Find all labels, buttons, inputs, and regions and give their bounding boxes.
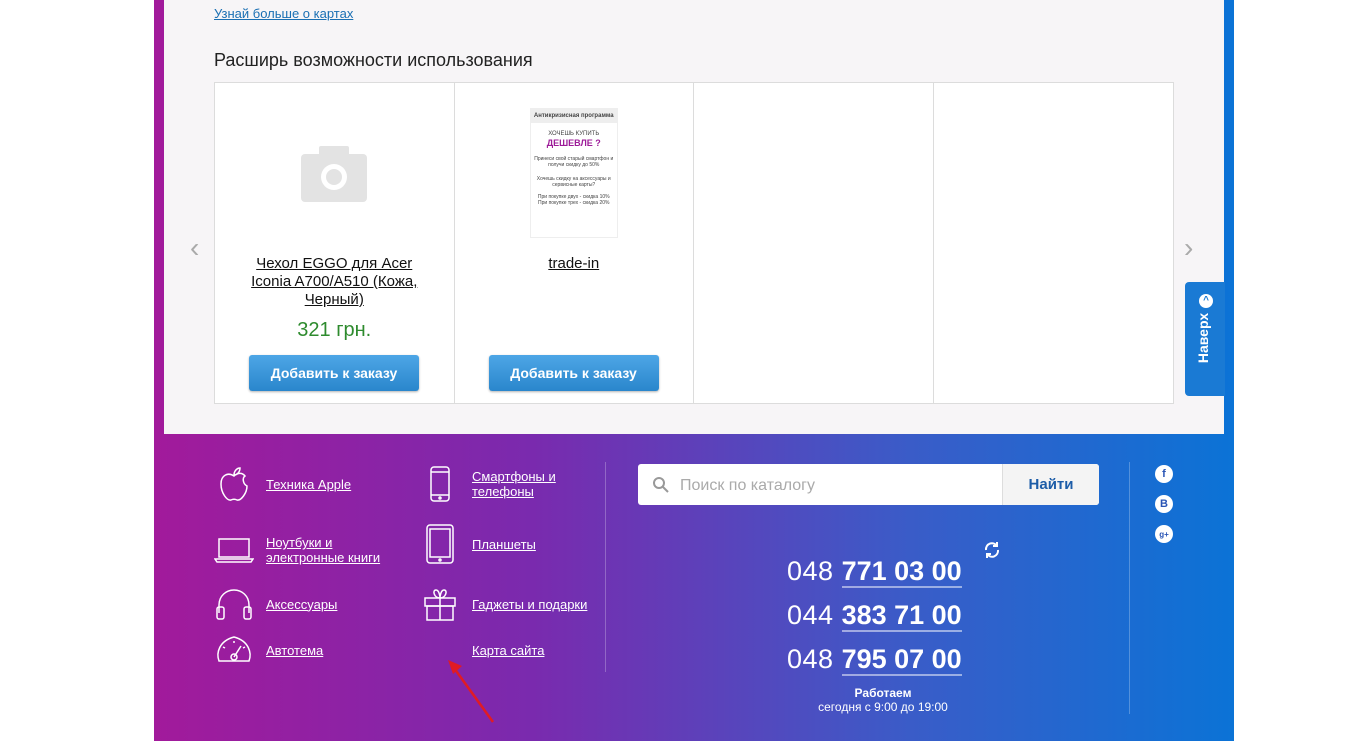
refresh-icon[interactable] <box>983 541 1001 565</box>
phone-digits[interactable]: 383 71 00 <box>841 600 962 632</box>
product-name-link[interactable]: trade-in <box>475 255 674 273</box>
footer-nav-laptops[interactable]: Ноутбуки и электронные книги <box>214 530 386 570</box>
footer-nav-label: Смартфоны и телефоны <box>472 469 556 499</box>
phone-digits[interactable]: 771 03 00 <box>841 556 962 588</box>
carousel-next-button[interactable]: › <box>1184 234 1193 262</box>
vk-icon[interactable]: B <box>1155 495 1173 513</box>
learn-more-cards-link[interactable]: Узнай больше о картах <box>214 6 353 21</box>
google-plus-icon[interactable]: g+ <box>1155 525 1173 543</box>
search-input[interactable] <box>678 464 1004 505</box>
hours-title: Работаем <box>854 686 912 700</box>
footer-nav-accessories[interactable]: Аксессуары <box>214 584 337 624</box>
chevron-up-icon: ^ <box>1199 294 1213 308</box>
empty-card <box>694 83 934 403</box>
add-to-order-button[interactable]: Добавить к заказу <box>249 355 419 391</box>
facebook-icon[interactable]: f <box>1155 465 1173 483</box>
phone-code: 044 <box>787 600 834 630</box>
carousel-prev-button[interactable]: ‹ <box>190 234 199 262</box>
promo-line: Принеси свой старый смартфон и получи ск… <box>534 156 614 168</box>
gift-icon <box>420 584 460 624</box>
add-to-order-button[interactable]: Добавить к заказу <box>488 355 659 391</box>
footer-nav-apple[interactable]: Техника Apple <box>214 464 351 504</box>
empty-card <box>934 83 1174 403</box>
footer-nav-label: Автотема <box>266 642 324 658</box>
product-price: 321 грн. <box>297 319 372 341</box>
section-title: Расширь возможности использования <box>214 50 533 70</box>
footer-nav-smartphones[interactable]: Смартфоны и телефоны <box>420 464 562 504</box>
back-to-top-button[interactable]: ^ Наверх <box>1185 282 1225 396</box>
search-icon <box>652 476 670 499</box>
camera-placeholder-icon[interactable] <box>215 103 454 243</box>
footer-divider <box>605 462 606 672</box>
speedometer-icon <box>214 630 254 670</box>
working-hours: Работаем сегодня с 9:00 до 19:00 <box>800 686 966 714</box>
footer-nav-label: Аксессуары <box>266 596 338 612</box>
back-to-top-label: Наверх <box>1195 312 1211 364</box>
annotation-arrow <box>448 660 495 723</box>
product-card: Антикризисная программа ХОЧЕШЬ КУПИТЬ ДЕ… <box>455 83 694 403</box>
footer-nav-gadgets[interactable]: Гаджеты и подарки <box>420 584 587 624</box>
promo-line: При покупке трех - скидка 20% <box>538 200 610 206</box>
hours-text: сегодня с 9:00 до 19:00 <box>818 700 948 714</box>
phone-number: 048 771 03 00 <box>787 556 962 588</box>
phone-code: 048 <box>787 556 834 586</box>
footer-nav-label: Техника Apple <box>266 476 352 492</box>
product-card: Чехол EGGO для Acer Iconia A700/A510 (Ко… <box>215 83 455 403</box>
footer-nav-auto[interactable]: Автотема <box>214 630 323 670</box>
search-button[interactable]: Найти <box>1002 464 1099 505</box>
headphones-icon <box>214 584 254 624</box>
footer-nav-label: Гаджеты и подарки <box>472 596 588 612</box>
smartphone-icon <box>420 464 460 504</box>
footer-divider <box>1129 462 1130 714</box>
footer-nav-label: Ноутбуки и электронные книги <box>266 535 381 565</box>
promo-line: ДЕШЕВЛЕ ? <box>546 138 601 148</box>
product-name-link[interactable]: Чехол EGGO для Acer Iconia A700/A510 (Ко… <box>235 255 434 309</box>
promo-line: ХОЧЕШЬ КУПИТЬ <box>548 131 600 137</box>
catalog-search: Найти <box>638 464 1099 505</box>
apple-icon <box>214 464 254 504</box>
phone-number: 048 795 07 00 <box>787 644 962 676</box>
promo-line: Хочешь скидку на аксессуары и сервисные … <box>536 176 611 188</box>
laptop-icon <box>214 530 254 570</box>
phone-number: 044 383 71 00 <box>787 600 962 632</box>
trade-in-promo-image[interactable]: Антикризисная программа ХОЧЕШЬ КУПИТЬ ДЕ… <box>455 103 694 243</box>
phone-digits[interactable]: 795 07 00 <box>841 644 962 676</box>
promo-header: Антикризисная программа <box>530 109 617 123</box>
tablet-icon <box>420 524 460 564</box>
footer-nav-tablets[interactable]: Планшеты <box>420 524 536 564</box>
phone-code: 048 <box>787 644 834 674</box>
footer-nav-label: Планшеты <box>472 536 536 552</box>
product-carousel: Чехол EGGO для Acer Iconia A700/A510 (Ко… <box>214 82 1174 404</box>
